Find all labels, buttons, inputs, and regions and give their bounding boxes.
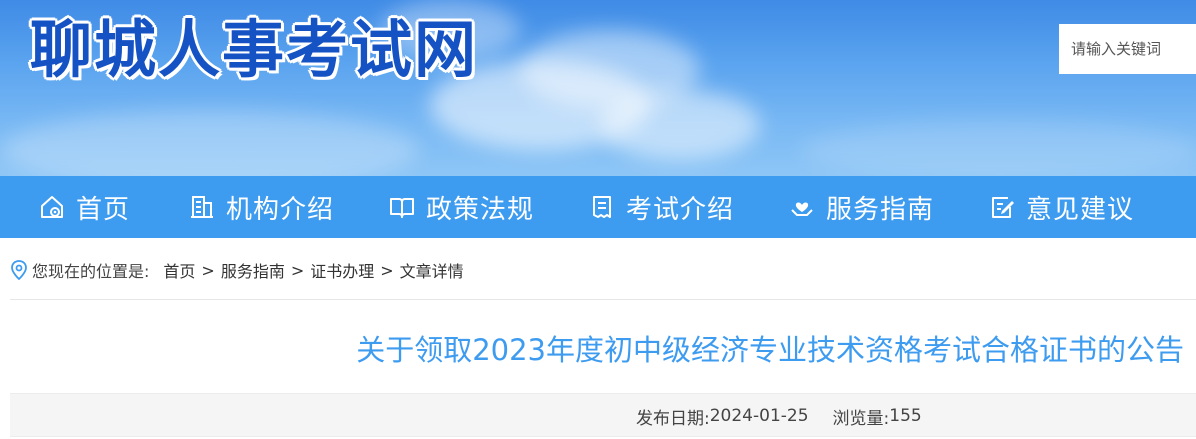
building-icon	[191, 196, 213, 218]
nav-label: 首页	[76, 194, 131, 225]
location-pin-icon	[11, 260, 27, 280]
breadcrumb-separator: >	[290, 260, 305, 280]
views-count: 155	[889, 406, 922, 426]
publish-date-label: 发布日期:	[636, 408, 710, 429]
article-title: 关于领取2023年度初中级经济专业技术资格考试合格证书的公告	[356, 333, 1184, 367]
header-banner: 聊城人事考试网	[0, 0, 1196, 176]
breadcrumb-link-home[interactable]: 首页	[163, 258, 195, 282]
breadcrumb-current: 文章详情	[399, 262, 464, 281]
nav-item-about[interactable]: 机构介绍	[188, 176, 334, 238]
nav-item-feedback[interactable]: 意见建议	[988, 176, 1134, 238]
site-logo-title[interactable]: 聊城人事考试网	[30, 8, 478, 92]
views-label: 浏览量:	[832, 408, 890, 429]
nav-label: 考试介绍	[626, 194, 735, 225]
document-icon	[593, 196, 611, 218]
nav-label: 意见建议	[1026, 194, 1135, 225]
search-input[interactable]	[1059, 24, 1196, 74]
nav-label: 机构介绍	[226, 194, 335, 225]
article-meta: 发布日期: 2024-01-25 浏览量: 155	[636, 394, 922, 438]
nav-label: 政策法规	[426, 194, 535, 225]
heart-hand-icon	[791, 202, 813, 216]
main-nav: 首页 机构介绍 政策法规 考试介绍 服务指南 意见建议	[0, 176, 1196, 238]
banner-cloud	[600, 90, 760, 160]
banner-cloud	[800, 120, 1196, 176]
article-meta-bar: 发布日期: 2024-01-25 浏览量: 155	[10, 393, 1196, 437]
breadcrumb-divider	[10, 299, 1196, 300]
edit-icon	[992, 197, 1014, 218]
nav-item-home[interactable]: 首页	[38, 176, 130, 238]
breadcrumb-separator: >	[201, 260, 215, 280]
book-icon	[390, 198, 414, 218]
nav-item-policy[interactable]: 政策法规	[388, 176, 534, 238]
breadcrumb-separator: >	[380, 260, 394, 280]
nav-label: 服务指南	[826, 194, 935, 225]
nav-item-service[interactable]: 服务指南	[788, 176, 934, 238]
breadcrumb-link-certificate[interactable]: 证书办理	[310, 258, 374, 282]
nav-item-exam[interactable]: 考试介绍	[588, 176, 734, 238]
banner-cloud	[0, 110, 420, 176]
publish-date: 2024-01-25	[709, 406, 809, 426]
breadcrumb-prefix: 您现在的位置是:	[32, 262, 150, 281]
breadcrumb-link-service[interactable]: 服务指南	[221, 258, 285, 282]
breadcrumb: 您现在的位置是: 首页 > 服务指南 > 证书办理 > 文章详情	[10, 252, 464, 288]
home-icon	[41, 196, 63, 218]
